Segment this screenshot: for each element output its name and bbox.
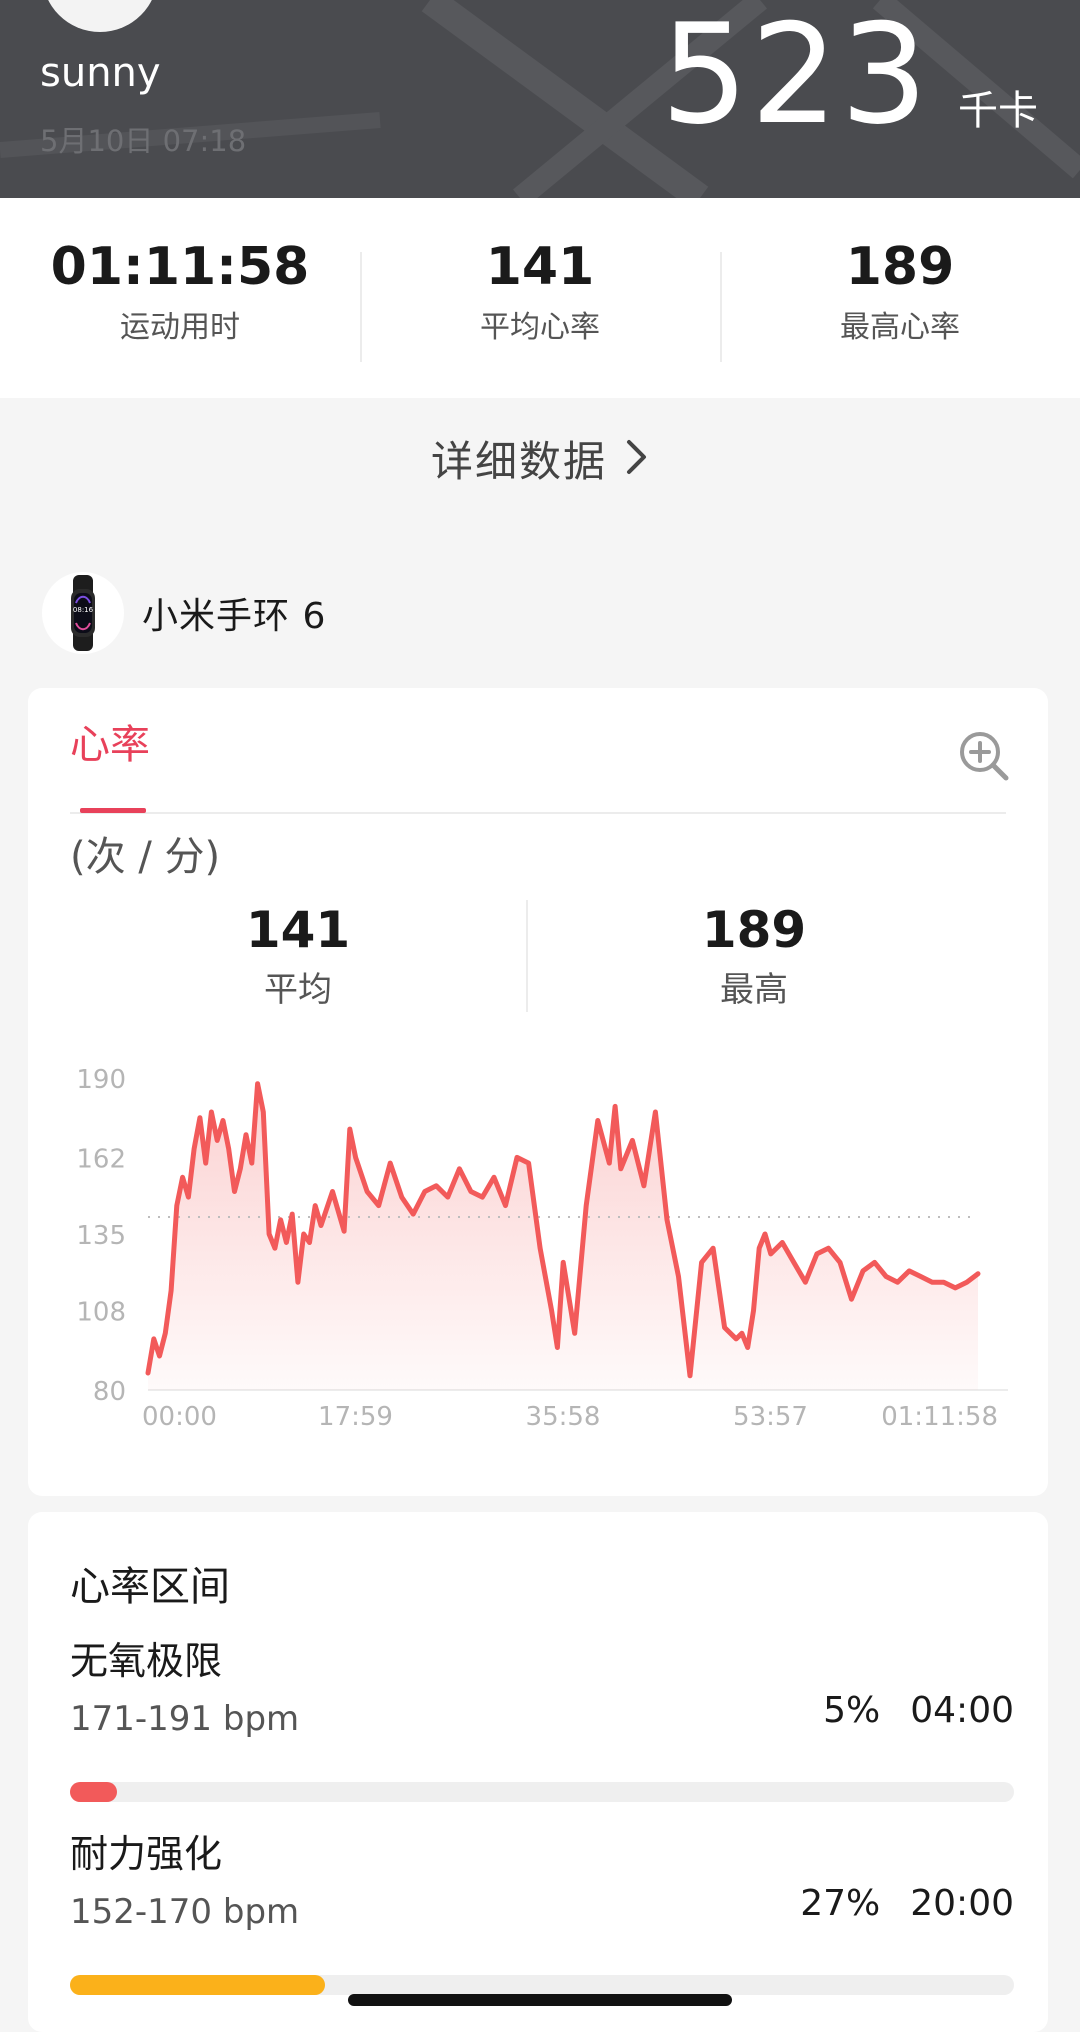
x-tick-label: 35:58 xyxy=(526,1402,601,1432)
y-tick-label: 80 xyxy=(93,1377,126,1407)
calories-unit: 千卡 xyxy=(958,88,1038,134)
zones-title: 心率区间 xyxy=(70,1564,230,1610)
stat-avg-hr-label: 平均心率 xyxy=(480,310,600,346)
fitness-band-icon: 08:16 xyxy=(42,572,124,654)
zone-stats: 5% 04:00 xyxy=(823,1690,1014,1731)
stat-max-hr-label: 最高心率 xyxy=(840,310,960,346)
x-tick-label: 01:11:58 xyxy=(881,1402,998,1432)
zone-time: 04:00 xyxy=(910,1690,1014,1731)
stat-duration-value: 01:11:58 xyxy=(50,237,310,297)
y-tick-label: 190 xyxy=(76,1065,126,1095)
workout-header: sunny 5月10日 07:18 523 千卡 xyxy=(0,0,1080,198)
zone-progress-track xyxy=(70,1782,1014,1802)
y-tick-label: 135 xyxy=(76,1221,126,1251)
zone-progress-track xyxy=(70,1975,1014,1995)
zone-name: 无氧极限 xyxy=(70,1639,223,1683)
device-name: 小米手环 6 xyxy=(142,596,327,637)
zone-endurance: 耐力强化 152-170 bpm 27% 20:00 xyxy=(70,1823,1014,1995)
zone-name: 耐力强化 xyxy=(70,1832,223,1876)
x-tick-label: 00:00 xyxy=(142,1402,217,1432)
zone-stats: 27% 20:00 xyxy=(800,1883,1014,1924)
calories-value: 523 xyxy=(660,0,930,155)
stat-max-hr: 189 最高心率 xyxy=(720,236,1080,372)
chevron-right-icon xyxy=(625,437,649,486)
x-tick-label: 17:59 xyxy=(318,1402,393,1432)
zone-progress-fill xyxy=(70,1975,325,1995)
y-tick-label: 108 xyxy=(76,1298,126,1328)
stat-duration: 01:11:58 运动用时 xyxy=(0,236,360,372)
workout-datetime: 5月10日 07:18 xyxy=(40,124,247,158)
zone-anaerobic: 无氧极限 171-191 bpm 5% 04:00 xyxy=(70,1630,1014,1802)
hr-zones-card: 心率区间 无氧极限 171-191 bpm 5% 04:00 耐力强化 152-1… xyxy=(28,1512,1048,2032)
heart-rate-card: 心率 (次 / 分) 141 平均 189 最高 190 162 135 108 80 0… xyxy=(28,688,1048,1496)
y-tick-label: 162 xyxy=(76,1144,126,1174)
summary-stats: 01:11:58 运动用时 141 平均心率 189 最高心率 xyxy=(0,236,1080,372)
stat-avg-hr: 141 平均心率 xyxy=(360,236,720,372)
stat-duration-label: 运动用时 xyxy=(120,310,240,346)
band-time: 08:16 xyxy=(73,606,94,614)
details-link[interactable]: 详细数据 xyxy=(0,428,1080,489)
home-indicator[interactable] xyxy=(348,1994,732,2006)
stat-max-hr-value: 189 xyxy=(845,237,955,297)
zone-percent: 5% xyxy=(823,1690,881,1731)
stat-avg-hr-value: 141 xyxy=(485,237,595,297)
summary-panel: 01:11:58 运动用时 141 平均心率 189 最高心率 xyxy=(0,198,1080,398)
heart-rate-chart[interactable]: 190 162 135 108 80 00:00 17:59 35:58 53:57 01:11:… xyxy=(28,688,1048,1496)
zone-percent: 27% xyxy=(800,1883,881,1924)
username: sunny xyxy=(40,50,161,96)
device-row[interactable]: 08:16 小米手环 6 xyxy=(42,572,326,654)
x-tick-label: 53:57 xyxy=(733,1402,808,1432)
details-link-label: 详细数据 xyxy=(430,437,607,486)
zone-progress-fill xyxy=(70,1782,118,1802)
zone-time: 20:00 xyxy=(910,1883,1014,1924)
